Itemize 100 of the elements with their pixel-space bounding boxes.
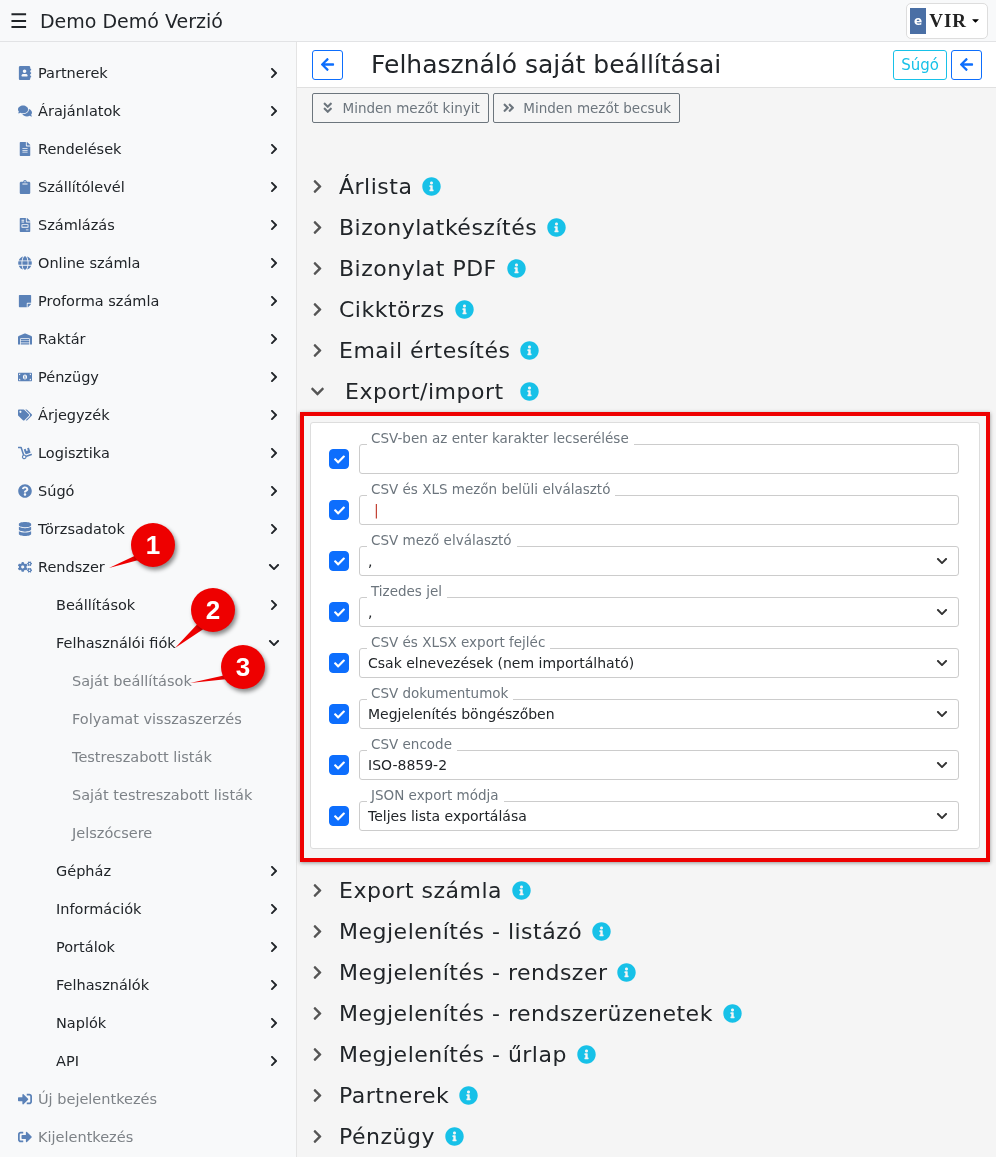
checkbox[interactable]: [329, 806, 349, 826]
select-field[interactable]: Megjelenítés böngészőben: [359, 699, 959, 729]
chevron-right-icon[interactable]: [268, 409, 280, 421]
sidebar-item[interactable]: Kijelentkezés: [38, 1129, 134, 1145]
warehouse-icon: [18, 332, 32, 346]
chevron-right-icon[interactable]: [268, 257, 280, 269]
chevron-right-icon[interactable]: [268, 333, 280, 345]
chevron-right-icon[interactable]: [268, 941, 280, 953]
chevron-down-icon: [936, 606, 948, 618]
chevron-right-icon[interactable]: [268, 865, 280, 877]
chevron-right-icon[interactable]: [268, 1017, 280, 1029]
section-title[interactable]: Export számla: [339, 878, 503, 903]
chevron-right-icon[interactable]: [268, 295, 280, 307]
sidebar-item[interactable]: Súgó: [38, 483, 75, 499]
chevron-right-icon[interactable]: [268, 485, 280, 497]
checkbox[interactable]: [329, 653, 349, 673]
back-button[interactable]: [312, 49, 343, 80]
expand-all-button[interactable]: Minden mezőt kinyit: [312, 93, 489, 123]
checkbox[interactable]: [329, 704, 349, 724]
chevron-down-icon: [936, 810, 948, 822]
checkbox[interactable]: [329, 602, 349, 622]
section-title[interactable]: Email értesítés: [339, 338, 511, 363]
sidebar-item[interactable]: Információk: [56, 901, 142, 917]
sidebar-item[interactable]: Számlázás: [38, 217, 115, 233]
sidebar-item[interactable]: Saját beállítások: [72, 673, 192, 689]
menu-icon[interactable]: ☰: [10, 8, 28, 33]
sidebar-item[interactable]: Pénzügy: [38, 369, 99, 385]
chevron-right-icon[interactable]: [268, 219, 280, 231]
sidebar-item[interactable]: Folyamat visszaszerzés: [72, 711, 242, 727]
collapse-all-button[interactable]: Minden mezőt becsuk: [492, 93, 680, 123]
field-label: JSON export módja: [367, 786, 504, 804]
back-button[interactable]: [951, 49, 982, 80]
section-title[interactable]: Árlista: [339, 174, 413, 199]
sidebar-item[interactable]: Felhasználók: [56, 977, 150, 993]
document-icon: [18, 142, 32, 156]
section-title[interactable]: Partnerek: [339, 1083, 450, 1108]
section-title[interactable]: Bizonylatkészítés: [339, 215, 538, 240]
chevron-right-icon[interactable]: [268, 105, 280, 117]
sidebar-item[interactable]: Szállítólevél: [38, 179, 125, 195]
sidebar-item[interactable]: Raktár: [38, 331, 86, 347]
input-field[interactable]: |: [359, 495, 959, 525]
sidebar-item[interactable]: Online számla: [38, 255, 141, 271]
chevron-down-icon[interactable]: [268, 561, 280, 573]
checkbox[interactable]: [329, 449, 349, 469]
checkbox[interactable]: [329, 500, 349, 520]
field-label: CSV dokumentumok: [367, 684, 514, 702]
sidebar-item[interactable]: Logisztika: [38, 445, 110, 461]
checkbox[interactable]: [329, 755, 349, 775]
logo-menu-button[interactable]: e VIR: [906, 2, 988, 39]
sidebar-item[interactable]: Proforma számla: [38, 293, 160, 309]
sidebar-item[interactable]: Jelszócsere: [72, 825, 153, 841]
sidebar-item[interactable]: Rendelések: [38, 141, 122, 157]
check-icon: [333, 708, 345, 720]
sidebar-item[interactable]: Törzsadatok: [38, 521, 125, 537]
section-title[interactable]: Megjelenítés - listázó: [339, 919, 583, 944]
sidebar-item[interactable]: Portálok: [56, 939, 115, 955]
database-icon: [18, 522, 32, 536]
sidebar-item[interactable]: Felhasználói fiók: [56, 635, 176, 651]
sidebar-item[interactable]: Saját testreszabott listák: [72, 787, 253, 803]
gears-icon: [18, 560, 32, 574]
section-title[interactable]: Pénzügy: [339, 1124, 435, 1149]
sidebar-item[interactable]: Árjegyzék: [38, 407, 110, 423]
chevron-right-icon[interactable]: [268, 447, 280, 459]
checkbox[interactable]: [329, 551, 349, 571]
chevron-right-icon[interactable]: [268, 67, 280, 79]
section-title[interactable]: Megjelenítés - űrlap: [339, 1042, 567, 1067]
chevron-right-icon[interactable]: [268, 523, 280, 535]
chevron-right-icon[interactable]: [268, 1055, 280, 1067]
select-field[interactable]: ISO-8859-2: [359, 750, 959, 780]
sidebar-item[interactable]: Új bejelentkezés: [38, 1091, 158, 1107]
chevron-right-icon[interactable]: [268, 979, 280, 991]
section-title[interactable]: Bizonylat PDF: [339, 256, 497, 281]
double-chevron-down-icon: [321, 101, 335, 115]
section-title[interactable]: Megjelenítés - rendszerüzenetek: [339, 1001, 713, 1026]
section-title[interactable]: Cikktörzs: [339, 297, 445, 322]
chevron-right-icon[interactable]: [268, 599, 280, 611]
sidebar-item[interactable]: Partnerek: [38, 65, 108, 81]
chevron-right-icon[interactable]: [268, 903, 280, 915]
chat-bubbles-icon: [18, 104, 32, 118]
select-field[interactable]: ,: [359, 546, 959, 576]
input-field[interactable]: [359, 444, 959, 474]
sidebar-item[interactable]: API: [56, 1053, 79, 1069]
chevron-down-icon: [936, 759, 948, 771]
sidebar-item[interactable]: Beállítások: [56, 597, 136, 613]
sidebar-item[interactable]: Naplók: [56, 1015, 107, 1031]
field-label: CSV-ben az enter karakter lecserélése: [367, 429, 634, 447]
sidebar-item[interactable]: Árajánlatok: [38, 103, 121, 119]
chevron-down-icon: [936, 657, 948, 669]
sidebar-item[interactable]: Testreszabott listák: [72, 749, 212, 765]
chevron-right-icon[interactable]: [268, 181, 280, 193]
sidebar-item[interactable]: Gépház: [56, 863, 112, 879]
section-title[interactable]: Megjelenítés - rendszer: [339, 960, 608, 985]
sidebar-item[interactable]: Rendszer: [38, 559, 105, 575]
chevron-right-icon[interactable]: [268, 371, 280, 383]
arrow-left-icon: [959, 57, 974, 72]
chevron-right-icon[interactable]: [268, 143, 280, 155]
section-title[interactable]: Export/import: [345, 379, 504, 404]
banknote-icon: [18, 370, 32, 384]
address-book-icon: [18, 66, 32, 80]
chevron-down-icon[interactable]: [268, 637, 280, 649]
